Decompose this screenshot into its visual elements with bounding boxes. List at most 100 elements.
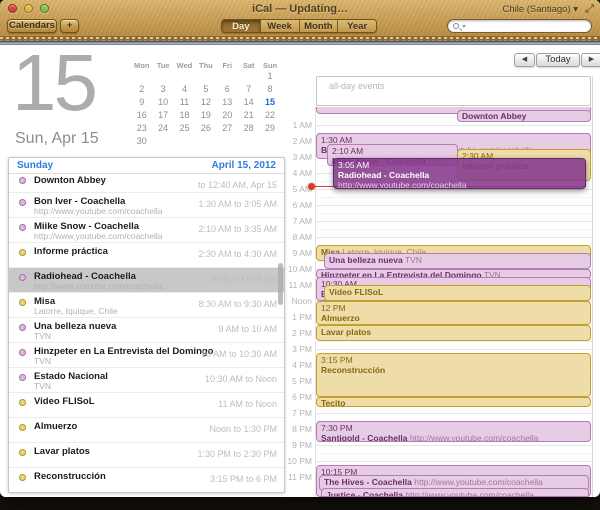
- list-item-subtitle: Latorre, Iquique, Chile: [34, 306, 118, 316]
- hour-gridline: [315, 237, 592, 238]
- list-item-time: 2:30 AM to 4:30 AM: [198, 249, 277, 259]
- event-title: Almuerzo: [321, 313, 360, 323]
- minical-day[interactable]: 16: [131, 109, 152, 122]
- minical-day[interactable]: 30: [131, 135, 152, 148]
- minical-day: [131, 70, 152, 83]
- date-navigation: ◀ Today ▶: [514, 53, 600, 67]
- minical-day[interactable]: 27: [217, 122, 238, 135]
- hour-label: 1 AM: [268, 120, 312, 130]
- minical-day[interactable]: 13: [217, 96, 238, 109]
- tab-day[interactable]: Day: [222, 20, 261, 32]
- minical-day[interactable]: 14: [238, 96, 259, 109]
- event-lavar-platos[interactable]: Lavar platos: [316, 325, 591, 341]
- minical-day[interactable]: 25: [174, 122, 195, 135]
- minical-day[interactable]: 10: [152, 96, 173, 109]
- weekday-label: Sat: [238, 59, 259, 70]
- event-almuerzo[interactable]: 12 PM Almuerzo: [316, 301, 591, 325]
- minical-day[interactable]: 18: [174, 109, 195, 122]
- event-title: Santigold - Coachella: [321, 433, 407, 442]
- tab-week[interactable]: Week: [261, 20, 300, 32]
- prev-day-button[interactable]: ◀: [514, 53, 535, 67]
- minical-day[interactable]: 6: [217, 83, 238, 96]
- event-url: http://www.youtube.com/coachella: [338, 180, 581, 189]
- minical-day[interactable]: 8: [259, 83, 280, 96]
- hour-label: 3 PM: [268, 344, 312, 354]
- search-input[interactable]: [468, 21, 586, 32]
- list-item[interactable]: AlmuerzoNoon to 1:30 PM: [9, 418, 284, 443]
- event-video-flisol[interactable]: Video FLISoL: [324, 285, 591, 301]
- calendars-button[interactable]: Calendars: [7, 19, 57, 33]
- event-title: Downton Abbey: [462, 112, 526, 121]
- minical-day[interactable]: 23: [131, 122, 152, 135]
- list-item[interactable]: Estado NacionalTVN10:30 AM to Noon: [9, 368, 284, 393]
- mini-calendar-week: 1: [131, 70, 281, 83]
- day-label: Sun, Apr 15: [15, 130, 99, 148]
- list-item-title: Hinzpeter en La Entrevista del Domingo: [34, 346, 213, 357]
- list-item[interactable]: Una belleza nuevaTVN9 AM to 10 AM: [9, 318, 284, 343]
- event-justice[interactable]: Justice - Coachella http://www.youtube.c…: [321, 488, 589, 497]
- timezone-selector[interactable]: Chile (Santiago) ▾: [502, 4, 578, 15]
- today-button[interactable]: Today: [536, 53, 580, 67]
- minical-day[interactable]: 9: [131, 96, 152, 109]
- minical-day[interactable]: 3: [152, 83, 173, 96]
- fullscreen-icon[interactable]: ⤢: [585, 3, 594, 16]
- list-item[interactable]: MisaLatorre, Iquique, Chile8:30 AM to 9:…: [9, 293, 284, 318]
- minical-day[interactable]: 12: [195, 96, 216, 109]
- search-options-caret-icon[interactable]: [462, 25, 466, 28]
- add-calendar-button[interactable]: +: [60, 19, 79, 33]
- minical-day[interactable]: 26: [195, 122, 216, 135]
- minical-day[interactable]: 19: [195, 109, 216, 122]
- list-item[interactable]: Informe práctica2:30 AM to 4:30 AM: [9, 243, 284, 268]
- next-day-button[interactable]: ▶: [581, 53, 600, 67]
- list-header-day: Sunday: [17, 160, 53, 171]
- title-bar[interactable]: iCal — Updating… Chile (Santiago) ▾ ⤢: [0, 0, 600, 17]
- event-radiohead-selected[interactable]: 3:05 AM Radiohead - Coachella http://www…: [333, 158, 586, 189]
- minical-day[interactable]: 20: [217, 109, 238, 122]
- minical-day[interactable]: 24: [152, 122, 173, 135]
- minical-day-selected[interactable]: 15: [259, 96, 280, 109]
- minical-day[interactable]: 5: [195, 83, 216, 96]
- current-time-dot[interactable]: [308, 183, 315, 190]
- minical-day[interactable]: 11: [174, 96, 195, 109]
- list-item-subtitle: http://www.youtube.com/coachella: [34, 206, 163, 216]
- tab-year[interactable]: Year: [338, 20, 376, 32]
- all-day-events-area[interactable]: all-day events: [316, 76, 591, 106]
- list-item[interactable]: Lavar platos1:30 PM to 2:30 PM: [9, 443, 284, 468]
- ical-window: iCal — Updating… Chile (Santiago) ▾ ⤢ Ca…: [0, 0, 600, 497]
- hour-label: 10 AM: [268, 264, 312, 274]
- list-item[interactable]: Video FLISoL11 AM to Noon: [9, 393, 284, 418]
- list-item[interactable]: Downton Abbeyto 12:40 AM, Apr 15: [9, 174, 284, 193]
- event-reconstruccion[interactable]: 3:15 PM Reconstrucción: [316, 353, 591, 397]
- minical-day[interactable]: 7: [238, 83, 259, 96]
- hour-label: 7 AM: [268, 216, 312, 226]
- minical-day[interactable]: 4: [174, 83, 195, 96]
- event-location: TVN: [405, 255, 422, 265]
- hour-label: 10 PM: [268, 456, 312, 466]
- list-item-selected[interactable]: Radiohead - Coachellahttp://www.youtube.…: [9, 268, 284, 293]
- event-url: http://www.youtube.com/coachella: [414, 477, 543, 487]
- weekday-label: Tue: [152, 59, 173, 70]
- hour-label: 9 AM: [268, 248, 312, 258]
- minical-day[interactable]: 2: [131, 83, 152, 96]
- list-item-subtitle: TVN: [34, 331, 51, 341]
- list-item[interactable]: Hinzpeter en La Entrevista del DomingoTV…: [9, 343, 284, 368]
- minical-day[interactable]: 17: [152, 109, 173, 122]
- event-url: http://www.youtube.com/coachella: [405, 490, 534, 497]
- hour-label: 8 AM: [268, 232, 312, 242]
- mini-calendar-grid: 1234567891011121314151617181920212223242…: [131, 70, 281, 148]
- event-una-belleza-nueva[interactable]: Una belleza nueva TVN: [324, 253, 591, 269]
- hour-label: 7 PM: [268, 408, 312, 418]
- hour-label: 6 PM: [268, 392, 312, 402]
- minical-day[interactable]: 21: [238, 109, 259, 122]
- event-downton-abbey[interactable]: Downton Abbey: [457, 110, 591, 122]
- list-item-title: Downton Abbey: [34, 175, 106, 186]
- minical-day[interactable]: 28: [238, 122, 259, 135]
- list-item[interactable]: Miike Snow - Coachellahttp://www.youtube…: [9, 218, 284, 243]
- event-tecito[interactable]: Tecito: [316, 397, 591, 407]
- tab-month[interactable]: Month: [300, 20, 339, 32]
- list-item[interactable]: Reconstrucción3:15 PM to 6 PM: [9, 468, 284, 493]
- list-item[interactable]: Bon Iver - Coachellahttp://www.youtube.c…: [9, 193, 284, 218]
- half-hour-gridline: [315, 341, 592, 342]
- minical-day[interactable]: 1: [259, 70, 280, 83]
- event-santigold[interactable]: 7:30 PM Santigold - Coachella http://www…: [316, 421, 591, 442]
